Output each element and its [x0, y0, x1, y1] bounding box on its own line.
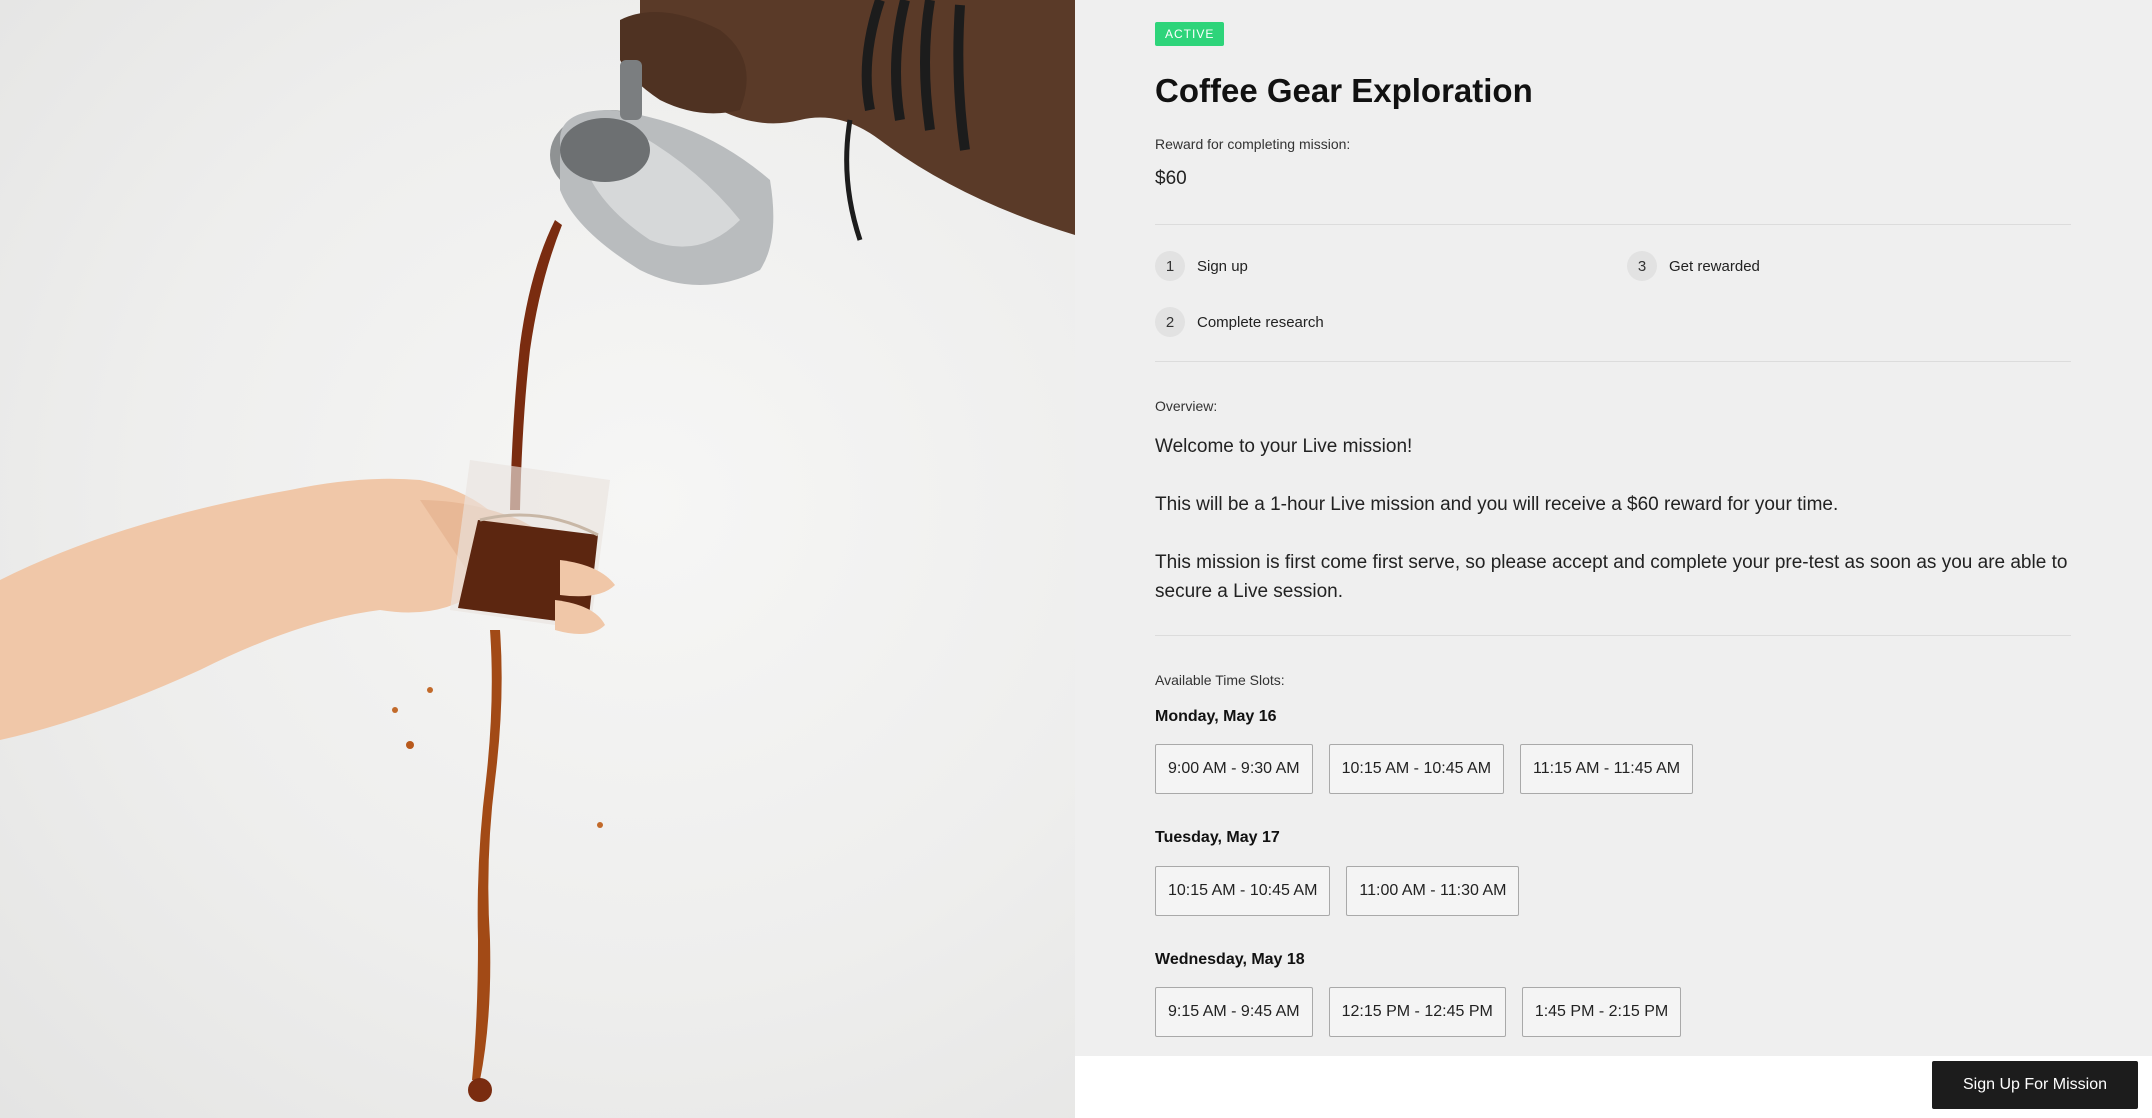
day-heading: Monday, May 16	[1155, 708, 1277, 725]
time-slot-button[interactable]: 9:00 AM - 9:30 AM	[1155, 744, 1313, 794]
divider	[1155, 635, 2071, 636]
mission-title: Coffee Gear Exploration	[1155, 72, 1533, 109]
step-3: 3 Get rewarded	[1627, 251, 1760, 281]
time-slot-button[interactable]: 11:00 AM - 11:30 AM	[1346, 866, 1520, 916]
step-1: 1 Sign up	[1155, 251, 1248, 281]
step-label: Complete research	[1197, 313, 1324, 331]
divider	[1155, 224, 2071, 225]
overview-paragraph: Welcome to your Live mission!	[1155, 436, 1413, 457]
step-number: 2	[1155, 307, 1185, 337]
overview-paragraph: This mission is first come first serve, …	[1155, 552, 2068, 602]
reward-label: Reward for completing mission:	[1155, 136, 1351, 152]
coffee-pour-photo	[0, 0, 1075, 1118]
step-label: Sign up	[1197, 257, 1248, 275]
time-slots-label: Available Time Slots:	[1155, 672, 1285, 688]
slot-row: 9:00 AM - 9:30 AM 10:15 AM - 10:45 AM 11…	[1155, 744, 1694, 794]
step-number: 3	[1627, 251, 1657, 281]
slot-row: 9:15 AM - 9:45 AM 12:15 PM - 12:45 PM 1:…	[1155, 987, 1682, 1037]
mission-detail-panel: ACTIVE Coffee Gear Exploration Reward fo…	[1075, 0, 2152, 1056]
day-heading: Tuesday, May 17	[1155, 829, 1280, 846]
divider	[1155, 361, 2071, 362]
step-2: 2 Complete research	[1155, 307, 1324, 337]
reward-value: $60	[1155, 168, 1187, 189]
status-badge: ACTIVE	[1155, 22, 1225, 46]
overview-label: Overview:	[1155, 398, 1218, 414]
step-label: Get rewarded	[1669, 257, 1760, 275]
sign-up-for-mission-button[interactable]: Sign Up For Mission	[1932, 1061, 2138, 1109]
time-slot-button[interactable]: 9:15 AM - 9:45 AM	[1155, 987, 1313, 1037]
footer-bar: Sign Up For Mission	[1075, 1056, 2152, 1118]
step-number: 1	[1155, 251, 1185, 281]
time-slot-button[interactable]: 12:15 PM - 12:45 PM	[1328, 987, 1506, 1037]
time-slot-button[interactable]: 10:15 AM - 10:45 AM	[1328, 744, 1505, 794]
overview-paragraph: This will be a 1-hour Live mission and y…	[1155, 494, 1839, 515]
time-slot-button[interactable]: 11:15 AM - 11:45 AM	[1520, 744, 1694, 794]
slot-row: 10:15 AM - 10:45 AM 11:00 AM - 11:30 AM	[1155, 866, 1520, 916]
time-slot-button[interactable]: 1:45 PM - 2:15 PM	[1521, 987, 1682, 1037]
day-heading: Wednesday, May 18	[1155, 951, 1305, 968]
time-slot-button[interactable]: 10:15 AM - 10:45 AM	[1155, 866, 1331, 916]
